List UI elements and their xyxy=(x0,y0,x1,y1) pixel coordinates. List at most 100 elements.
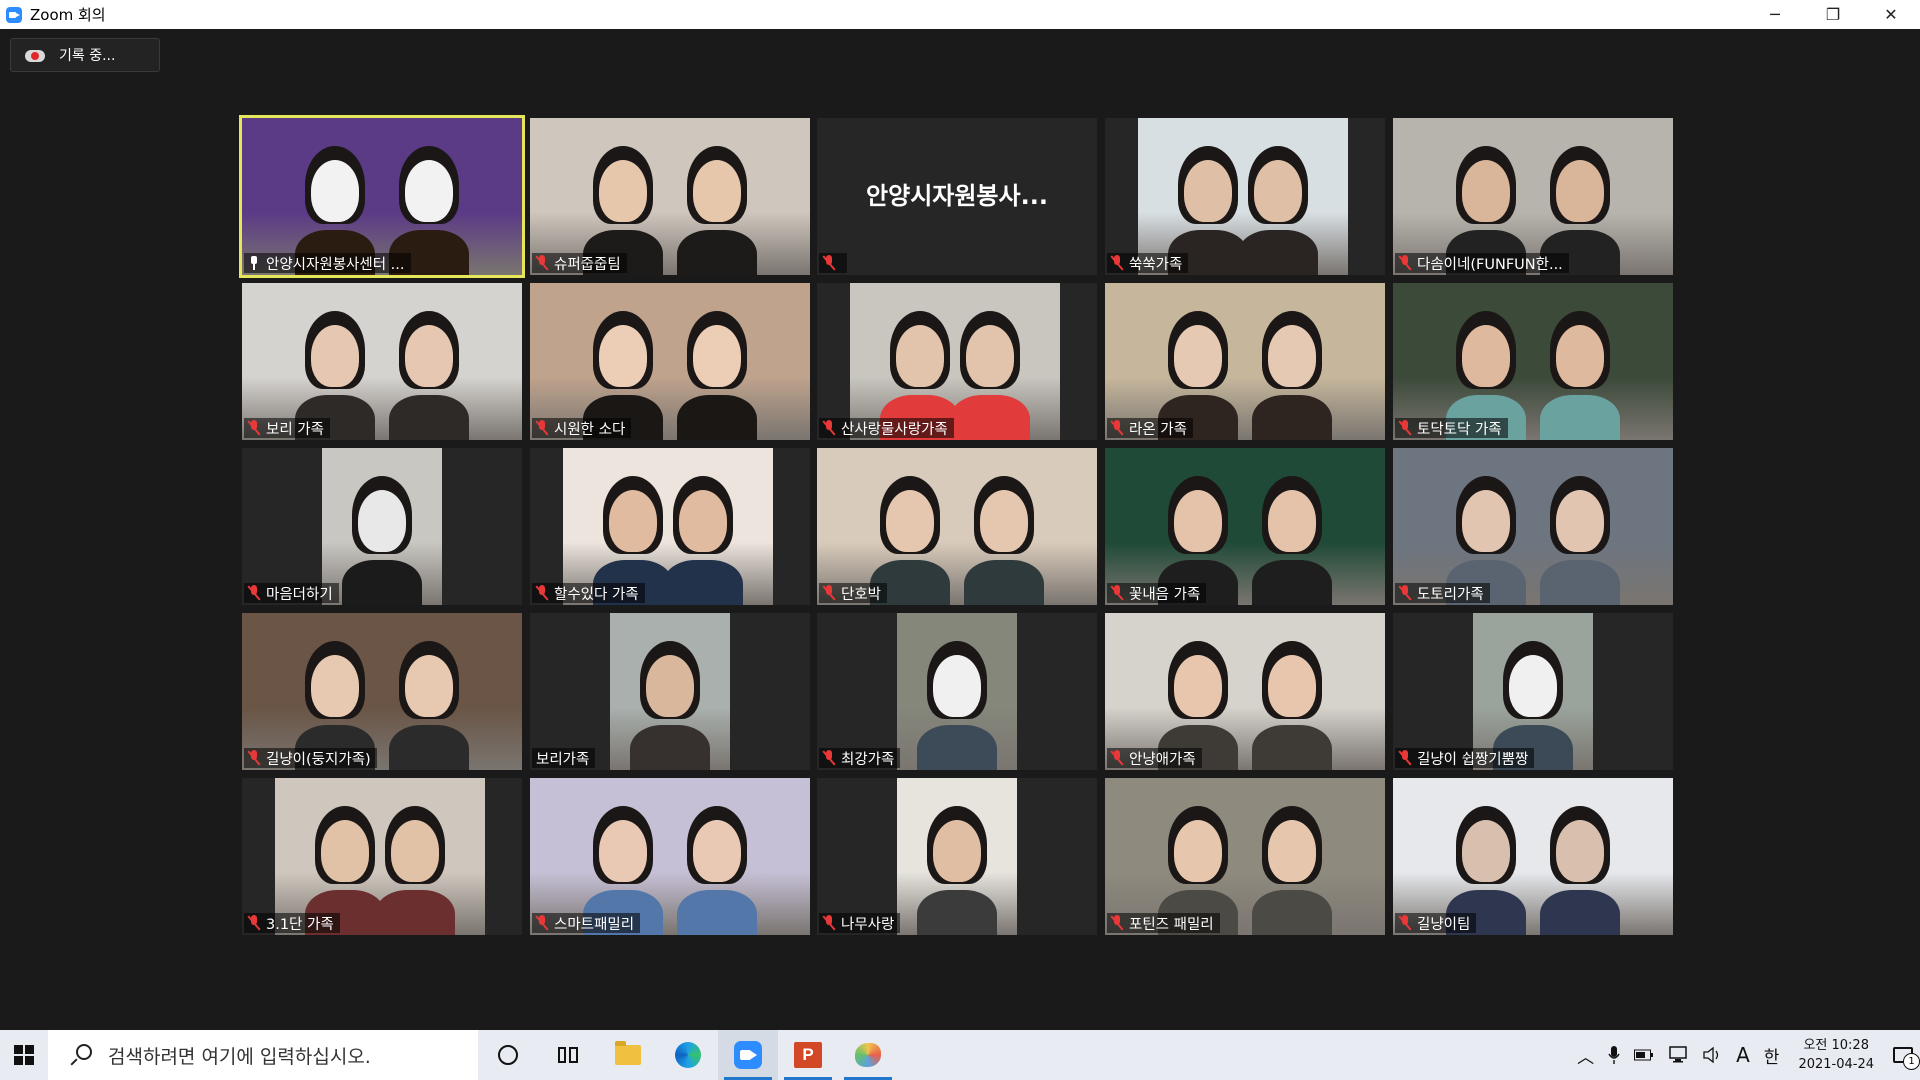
participant-name: 3.1단 가족 xyxy=(266,916,334,933)
participant-tile[interactable]: 라온 가족 xyxy=(1105,283,1385,440)
volume-icon[interactable] xyxy=(1695,1030,1729,1080)
ime-language-indicator[interactable]: 한 xyxy=(1757,1030,1787,1080)
edge-button[interactable] xyxy=(658,1030,718,1080)
participant-tile[interactable]: 나무사랑 xyxy=(817,778,1097,935)
participant-name-tag: 보리 가족 xyxy=(244,418,330,438)
battery-icon[interactable] xyxy=(1627,1030,1661,1080)
task-view-icon xyxy=(558,1047,578,1063)
participant-name-tag: 길냥이팀 xyxy=(1395,913,1477,933)
taskbar-search-box[interactable]: 검색하려면 여기에 입력하십시오. xyxy=(48,1030,478,1080)
participant-tile[interactable]: 보리 가족 xyxy=(242,283,522,440)
action-center-button[interactable]: 1 xyxy=(1886,1030,1920,1080)
participant-body xyxy=(950,395,1030,440)
participant-video xyxy=(242,613,522,770)
clock-time: 오전 10:28 xyxy=(1803,1038,1869,1053)
close-button[interactable]: ✕ xyxy=(1862,0,1920,29)
participant-face xyxy=(1462,160,1511,222)
participant-tile[interactable]: 다솜이네(FUNFUN한... xyxy=(1393,118,1673,275)
participant-tile[interactable]: 시원한 소다 xyxy=(530,283,810,440)
participant-tile[interactable]: 길냥이(둥지가족) xyxy=(242,613,522,770)
participant-tile[interactable]: 안양시자원봉사... xyxy=(817,118,1097,275)
participant-tile[interactable]: 안양시자원봉사센터 ... xyxy=(239,115,525,278)
show-hidden-icons-button[interactable]: ︿ xyxy=(1570,1030,1601,1080)
powerpoint-button[interactable]: P xyxy=(778,1030,838,1080)
participant-video xyxy=(563,448,773,605)
participant-name-tag: 단호박 xyxy=(819,583,888,603)
participant-body xyxy=(1539,560,1620,605)
participant-tile[interactable]: 스마트패밀리 xyxy=(530,778,810,935)
participant-video xyxy=(1393,778,1673,935)
participant-face xyxy=(311,655,360,717)
mic-muted-icon xyxy=(1398,420,1412,436)
participant-face xyxy=(391,820,439,882)
participant-tile[interactable]: 안냥애가족 xyxy=(1105,613,1385,770)
participant-tile[interactable]: 포틴즈 패밀리 xyxy=(1105,778,1385,935)
file-explorer-button[interactable] xyxy=(598,1030,658,1080)
participant-tile[interactable]: 단호박 xyxy=(817,448,1097,605)
task-view-button[interactable] xyxy=(538,1030,598,1080)
participant-face xyxy=(1462,490,1511,552)
participant-name: 길냥이(둥지가족) xyxy=(266,751,371,768)
participant-body xyxy=(663,560,743,605)
participant-tile[interactable]: 토닥토닥 가족 xyxy=(1393,283,1673,440)
notification-icon: 1 xyxy=(1893,1047,1920,1070)
participant-tile[interactable]: 도토리가족 xyxy=(1393,448,1673,605)
participant-face xyxy=(599,160,648,222)
zoom-taskbar-button[interactable] xyxy=(718,1030,778,1080)
participant-tile[interactable]: 길냥이팀 xyxy=(1393,778,1673,935)
mic-muted-icon xyxy=(1398,255,1412,271)
participant-name: 라온 가족 xyxy=(1129,421,1187,438)
participant-name-tag: 쑥쑥가족 xyxy=(1107,253,1189,273)
participant-body xyxy=(917,725,997,770)
participant-face xyxy=(1174,655,1223,717)
participant-name-tag: 포틴즈 패밀리 xyxy=(1107,913,1220,933)
paint-button[interactable] xyxy=(838,1030,898,1080)
participant-tile[interactable]: 3.1단 가족 xyxy=(242,778,522,935)
microphone-icon[interactable] xyxy=(1601,1030,1627,1080)
participant-face xyxy=(311,325,360,387)
participant-name-tag xyxy=(819,253,847,273)
minimize-button[interactable]: ─ xyxy=(1746,0,1804,29)
participant-face xyxy=(1174,490,1223,552)
ime-mode-indicator[interactable]: A xyxy=(1729,1030,1757,1080)
taskbar-clock[interactable]: 오전 10:28 2021-04-24 xyxy=(1786,1036,1886,1074)
participant-name-tag: 안양시자원봉사센터 ... xyxy=(244,253,411,273)
maximize-button[interactable]: ❐ xyxy=(1804,0,1862,29)
participant-video xyxy=(530,118,810,275)
participant-face xyxy=(404,160,453,222)
participant-tile[interactable]: 길냥이 쉽짱기뿜짱 xyxy=(1393,613,1673,770)
participant-tile[interactable]: 보리가족 xyxy=(530,613,810,770)
participant-face xyxy=(599,325,648,387)
participant-tile[interactable]: 마음더하기 xyxy=(242,448,522,605)
participant-name-tag: 3.1단 가족 xyxy=(244,913,340,933)
participant-video xyxy=(242,118,522,275)
network-icon[interactable] xyxy=(1661,1030,1695,1080)
start-button[interactable] xyxy=(0,1030,48,1080)
window-controls: ─ ❐ ✕ xyxy=(1746,0,1920,29)
participant-name-tag: 스마트패밀리 xyxy=(532,913,641,933)
participant-face xyxy=(886,490,935,552)
participant-body xyxy=(963,560,1044,605)
participant-tile[interactable]: 슈퍼줍줍팀 xyxy=(530,118,810,275)
participant-face xyxy=(1254,160,1302,222)
mic-muted-icon xyxy=(247,420,261,436)
participant-face xyxy=(1184,160,1232,222)
participant-tile[interactable]: 할수있다 가족 xyxy=(530,448,810,605)
participant-tile[interactable]: 쑥쑥가족 xyxy=(1105,118,1385,275)
participant-face xyxy=(966,325,1014,387)
participant-name: 나무사랑 xyxy=(841,916,895,933)
cortana-button[interactable] xyxy=(478,1030,538,1080)
participant-face xyxy=(1555,490,1604,552)
mic-muted-icon xyxy=(247,750,261,766)
participant-face xyxy=(404,655,453,717)
participant-tile[interactable]: 산사랑물사랑가족 xyxy=(817,283,1097,440)
participant-name-tag: 토닥토닥 가족 xyxy=(1395,418,1508,438)
participant-name-tag: 길냥이 쉽짱기뿜짱 xyxy=(1395,748,1535,768)
participant-tile[interactable]: 최강가족 xyxy=(817,613,1097,770)
participant-name: 꽃내음 가족 xyxy=(1129,586,1201,603)
participant-tile[interactable]: 꽃내음 가족 xyxy=(1105,448,1385,605)
recording-indicator[interactable]: 기록 중... xyxy=(10,38,160,72)
participant-face xyxy=(311,160,360,222)
mic-muted-icon xyxy=(1398,585,1412,601)
participant-body xyxy=(676,890,757,935)
